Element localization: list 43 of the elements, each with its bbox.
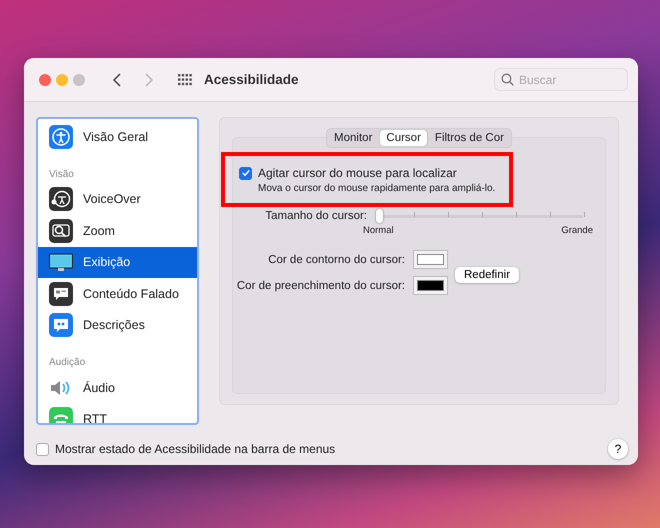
magnifier-icon: [49, 218, 73, 243]
tab[interactable]: Cursor: [380, 130, 427, 146]
slider-label: Tamanho do cursor:: [264, 209, 367, 222]
section-header: Audição: [48, 356, 86, 370]
checkbox[interactable]: [36, 442, 49, 456]
color-well[interactable]: [413, 276, 448, 295]
color-label: Cor de preenchimento do cursor:: [236, 280, 405, 292]
sidebar-item[interactable]: Descrições: [38, 310, 197, 341]
sidebar-item[interactable]: Exibição: [38, 246, 197, 278]
tab[interactable]: Monitor: [328, 130, 378, 146]
sidebar-item[interactable]: Conteúdo Falado: [38, 278, 197, 310]
window-title: Acessibilidade: [204, 72, 299, 87]
reset-button[interactable]: Redefinir: [455, 266, 520, 282]
checkbox-label: Agitar cursor do mouse para localizar: [258, 166, 457, 180]
sidebar-item[interactable]: Zoom: [38, 215, 197, 246]
zoom-button[interactable]: [73, 74, 85, 86]
slider-thumb[interactable]: [376, 209, 383, 223]
checkbox[interactable]: [239, 166, 252, 180]
checkbox-label: Mostrar estado de Acessibilidade na barra de menus: [55, 442, 336, 456]
grid-icon[interactable]: [178, 74, 192, 86]
color-well[interactable]: [413, 250, 448, 269]
back-icon[interactable]: [113, 72, 121, 86]
checkmark-icon: [240, 168, 250, 178]
sidebar-item[interactable]: RTT: [38, 404, 197, 423]
option-description: Mova o cursor do mouse rapidamente para ampliá-lo.: [258, 183, 495, 194]
cursor-size-slider[interactable]: [377, 209, 583, 225]
tab[interactable]: Filtros de Cor: [428, 130, 510, 146]
slider-max-label: Grande: [561, 225, 593, 236]
forward-icon[interactable]: [145, 72, 153, 86]
accessibility-icon: [49, 187, 73, 212]
speech-bubble-icon: [49, 282, 73, 306]
search-field[interactable]: Buscar: [494, 68, 628, 91]
sidebar-item[interactable]: VoiceOver: [38, 184, 197, 215]
color-label: Cor de contorno do cursor:: [267, 254, 405, 266]
minimize-button[interactable]: [56, 74, 68, 86]
slider-min-label: Normal: [363, 225, 394, 236]
accessibility-icon: [49, 124, 73, 149]
section-header: Visão: [48, 168, 75, 182]
sidebar-item[interactable]: Visão Geral: [38, 121, 197, 152]
help-button[interactable]: ?: [608, 439, 628, 459]
close-button[interactable]: [39, 74, 51, 86]
quote-bubble-icon: [49, 313, 73, 338]
sidebar-item[interactable]: Áudio: [38, 372, 197, 404]
